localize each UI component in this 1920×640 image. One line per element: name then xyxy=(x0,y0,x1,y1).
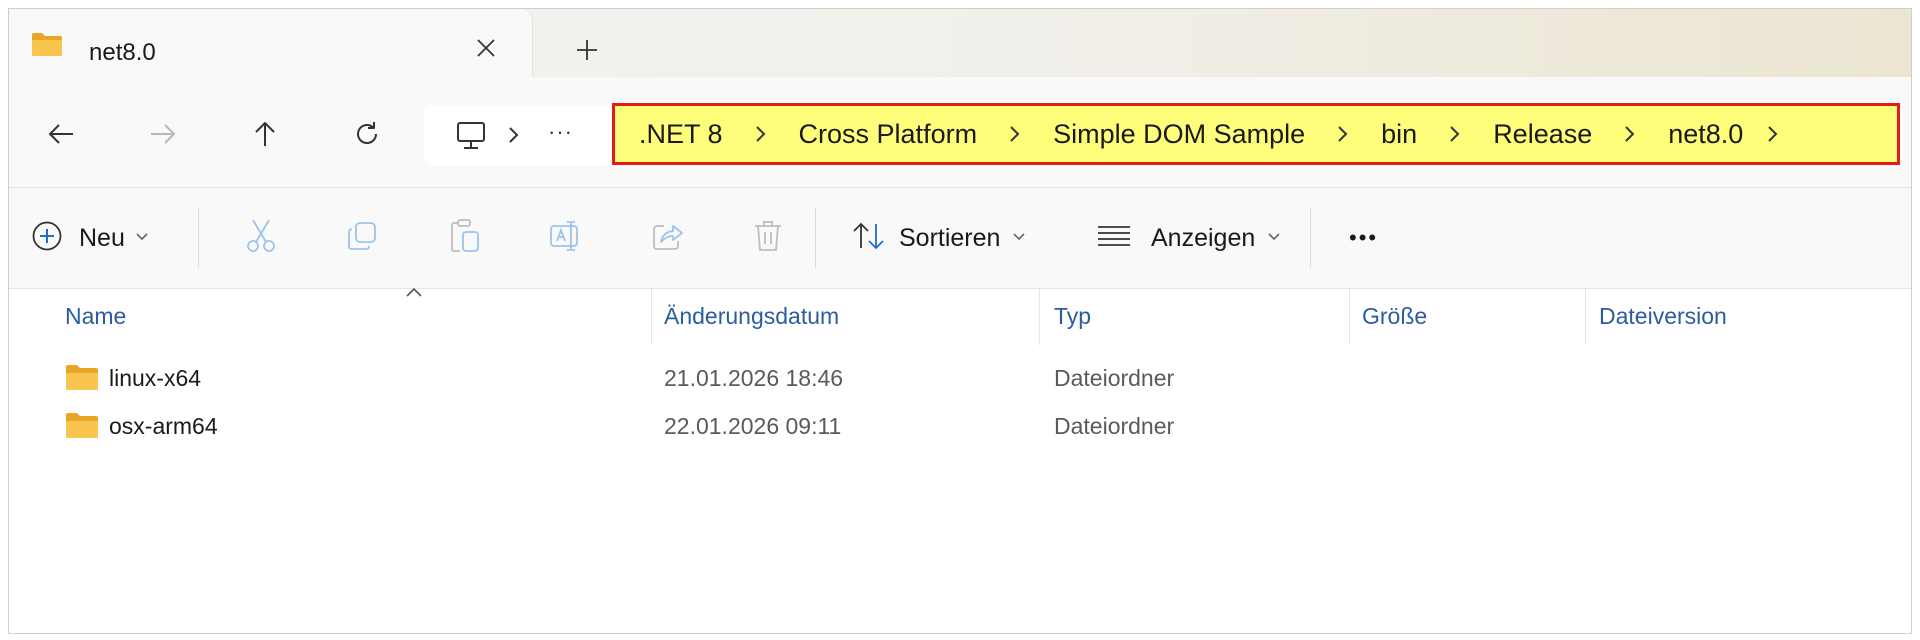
column-header-name[interactable]: Name xyxy=(65,303,126,330)
chevron-down-icon xyxy=(1267,229,1281,247)
up-arrow-icon[interactable] xyxy=(243,112,287,156)
sort-icon xyxy=(851,221,887,256)
chevron-right-icon[interactable] xyxy=(1417,122,1493,146)
chevron-down-icon xyxy=(135,229,149,247)
address-bar[interactable]: ··· .NET 8 Cross Platform Simple DOM Sam… xyxy=(424,103,1904,165)
breadcrumb: .NET 8 Cross Platform Simple DOM Sample … xyxy=(612,103,1900,165)
file-modified: 22.01.2026 09:11 xyxy=(664,413,842,439)
address-overflow-button[interactable]: ··· xyxy=(548,119,573,145)
file-list: Name Änderungsdatum Typ Größe Dateiversi… xyxy=(9,287,1911,633)
close-tab-icon[interactable] xyxy=(471,33,501,63)
share-icon xyxy=(651,220,685,257)
file-name: osx-arm64 xyxy=(109,413,218,439)
paste-button[interactable] xyxy=(449,216,481,260)
folder-icon xyxy=(31,31,63,62)
new-tab-icon[interactable] xyxy=(567,33,607,67)
file-name: linux-x64 xyxy=(109,365,202,391)
folder-icon xyxy=(65,363,99,396)
this-pc-icon[interactable] xyxy=(456,121,486,156)
more-options-button[interactable]: ••• xyxy=(1349,216,1378,260)
new-button-label: Neu xyxy=(79,223,125,252)
column-divider[interactable] xyxy=(1585,289,1586,345)
file-type: Dateiordner xyxy=(1054,365,1175,391)
rename-button[interactable] xyxy=(549,216,583,260)
delete-button[interactable] xyxy=(753,216,783,260)
clipboard-icon xyxy=(449,218,481,259)
column-header-type[interactable]: Typ xyxy=(1054,303,1091,330)
copy-button[interactable] xyxy=(346,216,378,260)
plus-circle-icon xyxy=(31,220,63,257)
column-divider[interactable] xyxy=(1349,289,1350,345)
toolbar-divider xyxy=(198,208,199,268)
view-button-label: Anzeigen xyxy=(1151,223,1256,252)
tab-net8[interactable]: net8.0 xyxy=(9,9,532,77)
file-modified: 21.01.2026 18:46 xyxy=(664,365,844,391)
tab-bar: net8.0 xyxy=(9,9,1911,77)
sort-button-label: Sortieren xyxy=(899,223,1001,252)
command-bar: Neu Sortieren Anzeigen ••• xyxy=(9,188,1911,289)
trash-icon xyxy=(753,219,783,258)
breadcrumb-item[interactable]: .NET 8 xyxy=(639,119,723,150)
rename-icon xyxy=(549,219,583,258)
chevron-right-icon[interactable] xyxy=(977,122,1053,146)
chevron-right-icon[interactable] xyxy=(1743,122,1803,146)
view-button[interactable]: Anzeigen xyxy=(1097,216,1281,260)
column-header-modified[interactable]: Änderungsdatum xyxy=(664,303,839,330)
scissors-icon xyxy=(245,218,277,259)
column-header-size[interactable]: Größe xyxy=(1362,303,1427,330)
file-type: Dateiordner xyxy=(1054,413,1175,439)
breadcrumb-item-current[interactable]: net8.0 xyxy=(1668,119,1743,150)
refresh-icon[interactable] xyxy=(345,112,389,156)
sort-ascending-icon xyxy=(404,285,424,303)
toolbar-divider xyxy=(815,208,816,268)
view-lines-icon xyxy=(1097,224,1131,253)
table-row[interactable]: linux-x64 21.01.2026 18:46 Dateiordner xyxy=(9,359,1911,399)
sort-button[interactable]: Sortieren xyxy=(851,216,1026,260)
share-button[interactable] xyxy=(651,216,685,260)
folder-icon xyxy=(65,411,99,444)
column-divider[interactable] xyxy=(651,289,652,345)
chevron-right-icon[interactable] xyxy=(1305,122,1381,146)
breadcrumb-item[interactable]: Simple DOM Sample xyxy=(1053,119,1305,150)
copy-icon xyxy=(346,220,378,257)
navigation-bar: ··· .NET 8 Cross Platform Simple DOM Sam… xyxy=(9,77,1911,188)
breadcrumb-item[interactable]: Release xyxy=(1493,119,1592,150)
new-button[interactable]: Neu xyxy=(31,216,149,260)
chevron-right-icon[interactable] xyxy=(1592,122,1668,146)
breadcrumb-item[interactable]: bin xyxy=(1381,119,1417,150)
more-options-icon: ••• xyxy=(1349,225,1379,250)
chevron-down-icon xyxy=(1012,229,1026,247)
forward-arrow-icon[interactable] xyxy=(141,112,185,156)
chevron-right-icon[interactable] xyxy=(723,122,799,146)
back-arrow-icon[interactable] xyxy=(39,112,83,156)
chevron-right-icon[interactable] xyxy=(506,123,522,152)
breadcrumb-item[interactable]: Cross Platform xyxy=(799,119,978,150)
tab-title: net8.0 xyxy=(89,39,156,66)
column-divider[interactable] xyxy=(1039,289,1040,345)
table-row[interactable]: osx-arm64 22.01.2026 09:11 Dateiordner xyxy=(9,407,1911,447)
column-header-version[interactable]: Dateiversion xyxy=(1599,303,1727,330)
toolbar-divider xyxy=(1310,208,1311,268)
file-explorer-window: net8.0 ··· .NET 8 Cross Platform Simple … xyxy=(8,8,1912,634)
cut-button[interactable] xyxy=(245,216,277,260)
